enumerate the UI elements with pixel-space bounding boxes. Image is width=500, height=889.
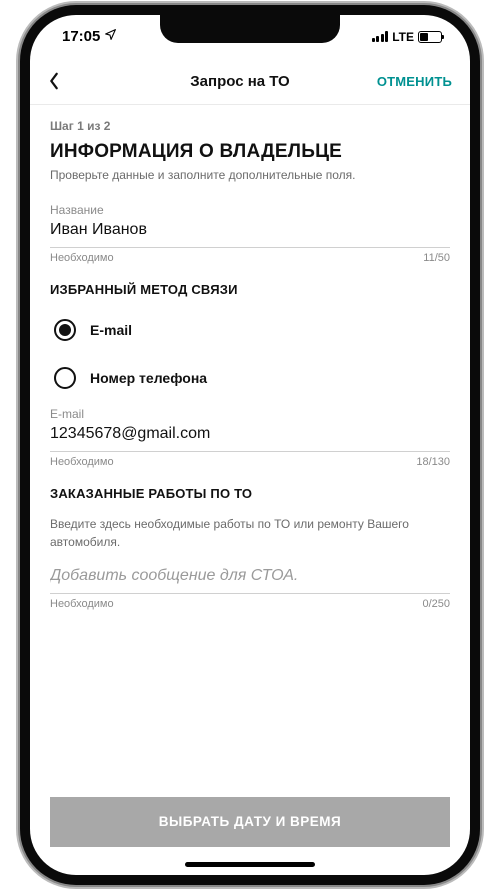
select-date-time-button[interactable]: ВЫБРАТЬ ДАТУ И ВРЕМЯ xyxy=(50,797,450,847)
message-field-counter: 0/250 xyxy=(422,598,450,610)
owner-subtitle: Проверьте данные и заполните дополнитель… xyxy=(50,167,450,184)
work-desc: Введите здесь необходимые работы по ТО и… xyxy=(50,515,450,551)
radio-icon xyxy=(54,367,76,389)
device-notch xyxy=(160,15,340,43)
signal-icon xyxy=(372,31,389,42)
location-arrow-icon xyxy=(104,28,117,45)
message-input[interactable] xyxy=(50,565,450,594)
email-field: E-mail xyxy=(50,407,450,452)
email-input[interactable] xyxy=(50,423,450,452)
network-label: LTE xyxy=(392,30,414,44)
email-field-hint: Необходимо xyxy=(50,456,114,468)
name-field: Название xyxy=(50,203,450,248)
owner-heading: ИНФОРМАЦИЯ О ВЛАДЕЛЬЦЕ xyxy=(50,141,450,163)
radio-icon xyxy=(54,319,76,341)
back-button[interactable] xyxy=(48,72,108,90)
cancel-button[interactable]: ОТМЕНИТЬ xyxy=(372,74,452,89)
name-input[interactable] xyxy=(50,219,450,248)
content-scroll[interactable]: Шаг 1 из 2 ИНФОРМАЦИЯ О ВЛАДЕЛЬЦЕ Провер… xyxy=(30,105,470,797)
nav-bar: Запрос на ТО ОТМЕНИТЬ xyxy=(30,59,470,105)
email-field-counter: 18/130 xyxy=(416,456,450,468)
email-field-label: E-mail xyxy=(50,407,450,421)
work-heading: ЗАКАЗАННЫЕ РАБОТЫ ПО ТО xyxy=(50,486,450,501)
name-field-counter: 11/50 xyxy=(423,252,450,264)
contact-heading: ИЗБРАННЫЙ МЕТОД СВЯЗИ xyxy=(50,282,450,297)
chevron-left-icon xyxy=(48,72,60,90)
battery-icon xyxy=(418,31,442,43)
radio-option-email[interactable]: E-mail xyxy=(50,311,450,359)
message-field xyxy=(50,565,450,594)
home-indicator[interactable] xyxy=(185,862,315,867)
status-time: 17:05 xyxy=(62,28,100,45)
message-field-hint: Необходимо xyxy=(50,598,114,610)
name-field-hint: Необходимо xyxy=(50,252,114,264)
radio-option-phone[interactable]: Номер телефона xyxy=(50,359,450,407)
name-field-label: Название xyxy=(50,203,450,217)
step-indicator: Шаг 1 из 2 xyxy=(50,119,450,133)
radio-label-phone: Номер телефона xyxy=(90,370,207,386)
nav-title: Запрос на ТО xyxy=(190,73,289,90)
radio-label-email: E-mail xyxy=(90,322,132,338)
